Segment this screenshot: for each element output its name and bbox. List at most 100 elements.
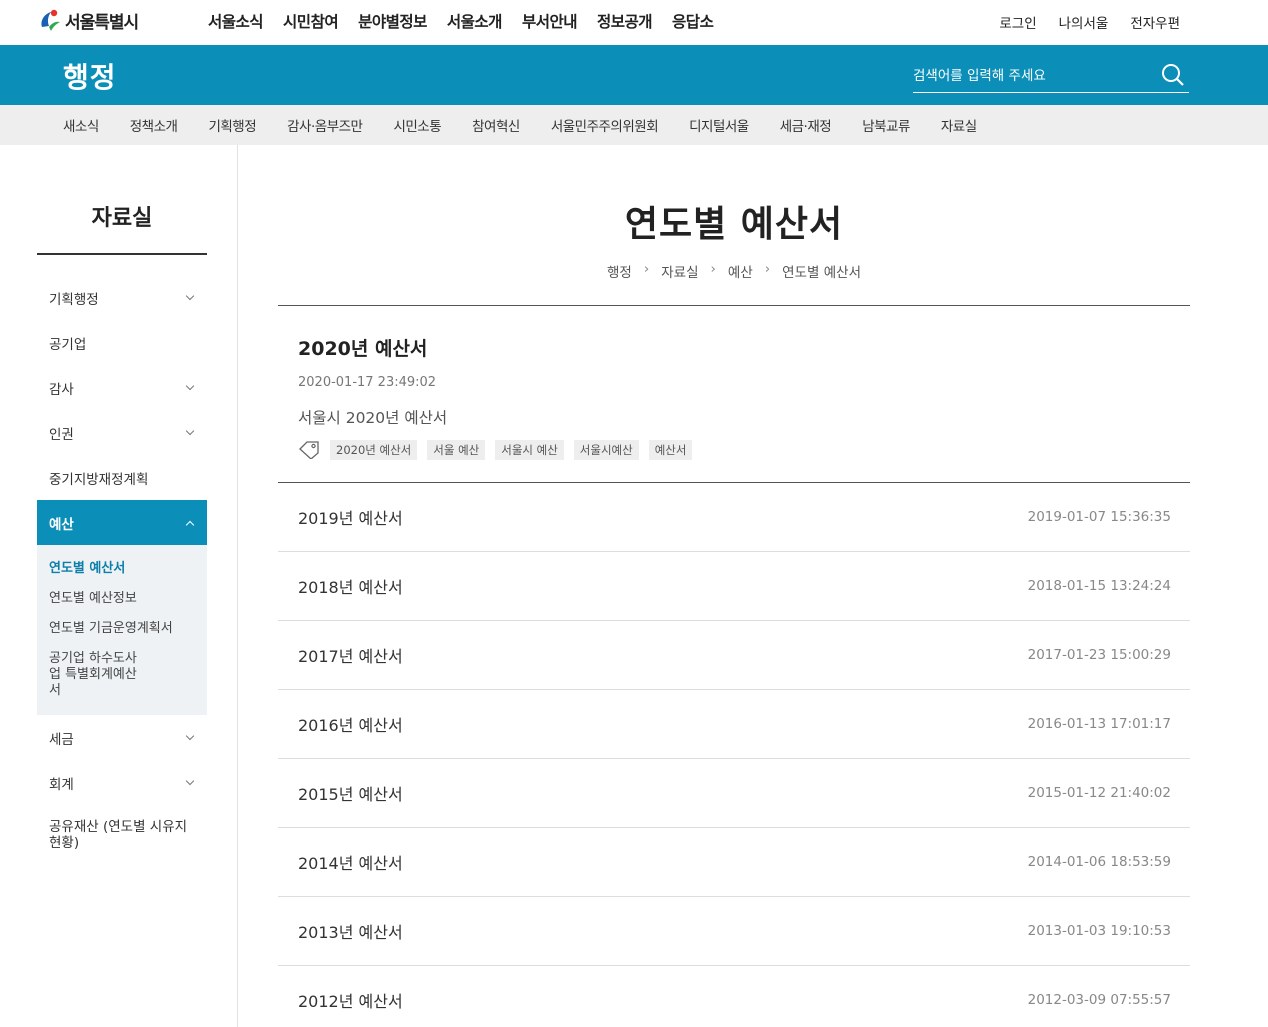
breadcrumb-item[interactable]: 예산 bbox=[728, 261, 753, 281]
featured-post: 2020년 예산서 2020-01-17 23:49:02 서울시 2020년 … bbox=[278, 306, 1190, 483]
top-header: 서울특별시 서울소식 시민참여 분야별정보 서울소개 부서안내 정보공개 응답소… bbox=[0, 0, 1268, 45]
sidebar-item-label: 세금 bbox=[49, 731, 74, 748]
sidebar-item-public-property[interactable]: 공유재산 (연도별 시유지 현황) bbox=[37, 805, 207, 865]
list-item-date: 2017-01-23 15:00:29 bbox=[1027, 647, 1171, 663]
list-item-title: 2013년 예산서 bbox=[298, 923, 403, 942]
featured-post-description: 서울시 2020년 예산서 bbox=[298, 409, 448, 427]
chevron-down-icon bbox=[185, 428, 195, 438]
seoul-logo-icon bbox=[36, 7, 62, 33]
sub-nav: 새소식 정책소개 기획행정 감사·옴부즈만 시민소통 참여혁신 서울민주주의위원… bbox=[0, 105, 1268, 145]
tag-list: 2020년 예산서 서울 예산 서울시 예산 서울시예산 예산서 bbox=[298, 440, 1170, 460]
list-item[interactable]: 2012년 예산서 2012-03-09 07:55:57 bbox=[278, 966, 1190, 1027]
sidebar-item-budget[interactable]: 예산 bbox=[37, 500, 207, 545]
breadcrumb-current: 연도별 예산서 bbox=[782, 265, 861, 281]
breadcrumb-item[interactable]: 행정 bbox=[607, 261, 632, 281]
gnb-item-response[interactable]: 응답소 bbox=[672, 10, 714, 32]
sidebar-item-label: 회계 bbox=[49, 776, 74, 793]
tag-item[interactable]: 서울시 예산 bbox=[495, 440, 564, 460]
gnb-item-departments[interactable]: 부서안내 bbox=[522, 10, 578, 32]
list-item[interactable]: 2017년 예산서 2017-01-23 15:00:29 bbox=[278, 621, 1190, 690]
section-title: 행정 bbox=[63, 61, 117, 94]
breadcrumb-separator-icon: › bbox=[643, 261, 650, 277]
sidebar-divider bbox=[237, 145, 238, 1027]
chevron-down-icon bbox=[185, 383, 195, 393]
gnb-item-field-info[interactable]: 분야별정보 bbox=[358, 10, 427, 32]
tag-item[interactable]: 서울시예산 bbox=[573, 440, 639, 460]
search-input[interactable] bbox=[913, 61, 1153, 91]
list-item[interactable]: 2018년 예산서 2018-01-15 13:24:24 bbox=[278, 552, 1190, 621]
list-item-date: 2015-01-12 21:40:02 bbox=[1027, 785, 1171, 801]
subnav-item-planning[interactable]: 기획행정 bbox=[208, 115, 256, 135]
list-item-title: 2012년 예산서 bbox=[298, 992, 403, 1011]
sidebar-item-label: 중기지방재정계획 bbox=[49, 471, 149, 488]
sidebar-item-label: 감사 bbox=[49, 381, 74, 398]
list-item-title: 2018년 예산서 bbox=[298, 578, 403, 597]
submenu-item-yearly-budget[interactable]: 연도별 예산서 bbox=[37, 561, 207, 577]
subnav-item-archive[interactable]: 자료실 bbox=[941, 115, 977, 135]
tag-item[interactable]: 서울 예산 bbox=[427, 440, 486, 460]
list-item-title: 2017년 예산서 bbox=[298, 647, 403, 666]
list-item-title: 2014년 예산서 bbox=[298, 854, 403, 873]
sidebar-title: 자료실 bbox=[37, 145, 207, 255]
search-icon[interactable] bbox=[1161, 63, 1185, 87]
email-link[interactable]: 전자우편 bbox=[1130, 12, 1180, 32]
subnav-item-innovation[interactable]: 참여혁신 bbox=[472, 115, 520, 135]
search-box bbox=[913, 61, 1189, 93]
breadcrumb-separator-icon: › bbox=[710, 261, 716, 277]
sidebar-item-public-corp[interactable]: 공기업 bbox=[37, 320, 207, 365]
list-item-date: 2012-03-09 07:55:57 bbox=[1027, 992, 1171, 1008]
sidebar-item-human-rights[interactable]: 인권 bbox=[37, 410, 207, 455]
list-item-title: 2019년 예산서 bbox=[298, 509, 403, 528]
subnav-item-communication[interactable]: 시민소통 bbox=[393, 115, 441, 135]
sidebar-item-accounting[interactable]: 회계 bbox=[37, 760, 207, 805]
subnav-item-news[interactable]: 새소식 bbox=[63, 115, 99, 135]
list-item[interactable]: 2016년 예산서 2016-01-13 17:01:17 bbox=[278, 690, 1190, 759]
chevron-down-icon bbox=[185, 778, 195, 788]
seoul-logo-text: 서울특별시 bbox=[65, 12, 139, 33]
subnav-item-digital[interactable]: 디지털서울 bbox=[689, 115, 749, 135]
gnb-item-participation[interactable]: 시민참여 bbox=[283, 10, 339, 32]
list-item-title: 2016년 예산서 bbox=[298, 716, 403, 735]
list-item-date: 2016-01-13 17:01:17 bbox=[1027, 716, 1171, 732]
gnb-item-news[interactable]: 서울소식 bbox=[208, 10, 264, 32]
list-item-title: 2015년 예산서 bbox=[298, 785, 403, 804]
list-item-date: 2018-01-15 13:24:24 bbox=[1027, 578, 1171, 594]
gnb-item-disclosure[interactable]: 정보공개 bbox=[597, 10, 653, 32]
list-item-date: 2019-01-07 15:36:35 bbox=[1027, 509, 1171, 525]
tag-item[interactable]: 예산서 bbox=[648, 440, 693, 460]
login-link[interactable]: 로그인 bbox=[999, 12, 1036, 32]
submenu-item-sewerage-budget[interactable]: 공기업 하수도사업 특별회계예산서 bbox=[37, 651, 157, 699]
sidebar-item-label: 인권 bbox=[49, 426, 74, 443]
main-content: 연도별 예산서 행정 › 자료실 › 예산 › 연도별 예산서 2020년 예산… bbox=[278, 145, 1190, 1027]
chevron-down-icon bbox=[185, 733, 195, 743]
list-item[interactable]: 2015년 예산서 2015-01-12 21:40:02 bbox=[278, 759, 1190, 828]
subnav-item-inter-korean[interactable]: 남북교류 bbox=[862, 115, 910, 135]
submenu-item-yearly-budget-info[interactable]: 연도별 예산정보 bbox=[37, 591, 207, 607]
my-seoul-link[interactable]: 나의서울 bbox=[1059, 12, 1109, 32]
sidebar-item-audit[interactable]: 감사 bbox=[37, 365, 207, 410]
subnav-item-audit[interactable]: 감사·옴부즈만 bbox=[287, 115, 363, 135]
chevron-down-icon bbox=[185, 293, 195, 303]
tag-item[interactable]: 2020년 예산서 bbox=[330, 440, 418, 460]
breadcrumb-item[interactable]: 자료실 bbox=[661, 261, 698, 281]
list-item[interactable]: 2019년 예산서 2019-01-07 15:36:35 bbox=[278, 483, 1190, 552]
featured-post-title[interactable]: 2020년 예산서 bbox=[298, 334, 1170, 361]
seoul-logo[interactable]: 서울특별시 bbox=[36, 7, 139, 33]
chevron-up-icon bbox=[185, 518, 195, 528]
tag-icon bbox=[298, 441, 320, 460]
list-item[interactable]: 2013년 예산서 2013-01-03 19:10:53 bbox=[278, 897, 1190, 966]
submenu-item-fund-plan[interactable]: 연도별 기금운영계획서 bbox=[37, 621, 207, 637]
sidebar: 자료실 기획행정 공기업 감사 인권 중기지방재정계획 예산 연도별 예산서 연… bbox=[37, 145, 207, 865]
gnb-item-about[interactable]: 서울소개 bbox=[447, 10, 503, 32]
sidebar-item-planning[interactable]: 기획행정 bbox=[37, 275, 207, 320]
sidebar-item-tax[interactable]: 세금 bbox=[37, 715, 207, 760]
subnav-item-democracy[interactable]: 서울민주주의위원회 bbox=[551, 115, 659, 135]
sidebar-item-label: 예산 bbox=[49, 516, 74, 533]
subnav-item-tax-finance[interactable]: 세금·재정 bbox=[780, 115, 832, 135]
list-item[interactable]: 2014년 예산서 2014-01-06 18:53:59 bbox=[278, 828, 1190, 897]
page-title: 연도별 예산서 bbox=[624, 204, 844, 245]
breadcrumb: 행정 › 자료실 › 예산 › 연도별 예산서 bbox=[278, 261, 1190, 281]
sidebar-item-mid-term-plan[interactable]: 중기지방재정계획 bbox=[37, 455, 207, 500]
subnav-item-policy[interactable]: 정책소개 bbox=[130, 115, 178, 135]
sidebar-submenu: 연도별 예산서 연도별 예산정보 연도별 기금운영계획서 공기업 하수도사업 특… bbox=[37, 545, 207, 715]
